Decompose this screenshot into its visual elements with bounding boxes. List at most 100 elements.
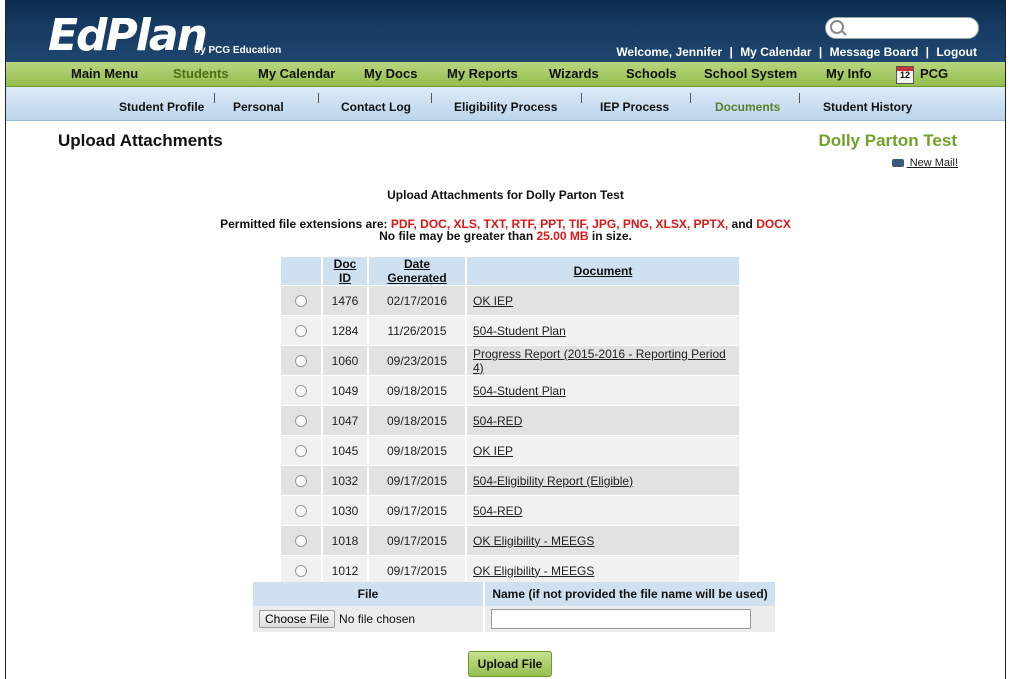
document-link[interactable]: Progress Report (2015-2016 - Reporting P… <box>466 345 741 376</box>
row-radio[interactable] <box>295 535 307 548</box>
choose-file-button[interactable]: Choose File <box>259 610 336 628</box>
documents-table: Doc ID Date Generated Document 1476 02/1… <box>281 257 741 585</box>
menu-main-menu[interactable]: Main Menu <box>71 66 138 81</box>
date-cell: 09/23/2015 <box>368 345 467 376</box>
student-name: Dolly Parton Test <box>818 131 957 150</box>
date-cell: 09/17/2015 <box>368 555 467 585</box>
limit-prefix: No file may be greater than <box>379 229 537 243</box>
tab-eligibility-process[interactable]: Eligibility Process <box>454 100 557 114</box>
tab-separator <box>214 93 215 103</box>
table-row: 1018 09/17/2015 OK Eligibility - MEEGS <box>281 525 741 556</box>
doc-id-cell: 1060 <box>322 345 369 376</box>
tab-student-history[interactable]: Student History <box>823 100 912 114</box>
tab-iep-process[interactable]: IEP Process <box>600 100 669 114</box>
doc-id-cell: 1049 <box>322 375 369 406</box>
tab-separator <box>431 93 432 103</box>
date-cell: 09/17/2015 <box>368 465 467 496</box>
document-link[interactable]: 504-Student Plan <box>466 315 741 346</box>
calendar-icon[interactable]: 12 <box>896 66 914 84</box>
file-cell: Choose File No file chosen <box>253 606 485 632</box>
row-radio[interactable] <box>295 475 307 488</box>
tab-documents[interactable]: Documents <box>715 100 780 114</box>
search-icon <box>830 20 844 34</box>
tab-student-profile[interactable]: Student Profile <box>119 100 204 114</box>
main-menu-bar: Main Menu Students My Calendar My Docs M… <box>6 62 1005 87</box>
menu-pcg[interactable]: PCG <box>920 66 948 81</box>
sub-menu-bar: Student Profile Personal Contact Log Eli… <box>6 87 1005 121</box>
select-column-header <box>281 257 323 286</box>
table-row: 1060 09/23/2015 Progress Report (2015-20… <box>281 345 741 376</box>
row-radio[interactable] <box>295 355 307 368</box>
date-cell: 09/18/2015 <box>368 375 467 406</box>
row-select-cell <box>281 405 323 436</box>
menu-school-system[interactable]: School System <box>704 66 797 81</box>
edplan-logo[interactable]: EdPlan <box>48 14 208 58</box>
document-link[interactable]: OK IEP <box>466 285 741 316</box>
date-cell: 11/26/2015 <box>368 315 467 346</box>
tab-contact-log[interactable]: Contact Log <box>341 100 411 114</box>
tab-separator <box>318 93 319 103</box>
name-column-header: Name (if not provided the file name will… <box>484 582 777 606</box>
row-select-cell <box>281 465 323 496</box>
document-link[interactable]: 504-RED <box>466 495 741 526</box>
doc-id-cell: 1032 <box>322 465 369 496</box>
menu-my-info[interactable]: My Info <box>826 66 872 81</box>
document-link[interactable]: 504-Eligibility Report (Eligible) <box>466 465 741 496</box>
document-link[interactable]: OK Eligibility - MEEGS <box>466 525 741 556</box>
row-radio[interactable] <box>295 505 307 518</box>
upload-file-button[interactable]: Upload File <box>468 651 552 677</box>
menu-my-docs[interactable]: My Docs <box>364 66 417 81</box>
doc-id-cell: 1047 <box>322 405 369 436</box>
row-radio[interactable] <box>295 385 307 398</box>
file-column-header: File <box>253 582 485 606</box>
tab-personal[interactable]: Personal <box>233 100 284 114</box>
menu-schools[interactable]: Schools <box>626 66 677 81</box>
date-cell: 02/17/2016 <box>368 285 467 316</box>
table-header-row: Doc ID Date Generated Document <box>281 257 741 286</box>
menu-students[interactable]: Students <box>173 66 229 81</box>
no-file-text: No file chosen <box>339 612 416 626</box>
column-header-date[interactable]: Date Generated <box>368 257 467 286</box>
limit-value: 25.00 MB <box>536 229 589 243</box>
tab-separator <box>690 93 691 103</box>
mail-icon <box>891 159 904 168</box>
link-separator: | <box>925 45 929 59</box>
table-row: 1045 09/18/2015 OK IEP <box>281 435 741 466</box>
link-separator: | <box>729 45 733 59</box>
row-select-cell <box>281 315 323 346</box>
column-header-doc-id[interactable]: Doc ID <box>322 257 369 286</box>
row-select-cell <box>281 285 323 316</box>
new-mail-link[interactable]: New Mail! <box>891 157 958 169</box>
row-radio[interactable] <box>295 565 307 578</box>
row-select-cell <box>281 435 323 466</box>
welcome-text: Welcome, Jennifer <box>616 45 723 59</box>
attachment-name-input[interactable] <box>491 609 751 629</box>
doc-id-cell: 1045 <box>322 435 369 466</box>
table-row: 1030 09/17/2015 504-RED <box>281 495 741 526</box>
menu-wizards[interactable]: Wizards <box>549 66 599 81</box>
logo-subtitle: by PCG Education <box>194 45 282 56</box>
page-title: Upload Attachments <box>58 131 223 150</box>
document-link[interactable]: 504-RED <box>466 405 741 436</box>
column-header-document[interactable]: Document <box>466 257 741 286</box>
document-link[interactable]: 504-Student Plan <box>466 375 741 406</box>
search-input[interactable] <box>825 17 979 39</box>
top-link-my-calendar[interactable]: My Calendar <box>740 45 811 59</box>
document-link[interactable]: OK IEP <box>466 435 741 466</box>
top-links: Welcome, Jennifer | My Calendar | Messag… <box>614 45 979 59</box>
top-link-logout[interactable]: Logout <box>936 45 977 59</box>
document-link[interactable]: OK Eligibility - MEEGS <box>466 555 741 585</box>
date-cell: 09/18/2015 <box>368 405 467 436</box>
row-radio[interactable] <box>295 445 307 458</box>
row-radio[interactable] <box>295 325 307 338</box>
row-radio[interactable] <box>295 415 307 428</box>
row-radio[interactable] <box>295 295 307 308</box>
doc-id-cell: 1476 <box>322 285 369 316</box>
top-link-message-board[interactable]: Message Board <box>830 45 919 59</box>
menu-my-calendar[interactable]: My Calendar <box>258 66 335 81</box>
doc-id-cell: 1018 <box>322 525 369 556</box>
menu-my-reports[interactable]: My Reports <box>447 66 518 81</box>
doc-id-cell: 1030 <box>322 495 369 526</box>
upload-header-row: File Name (if not provided the file name… <box>253 582 777 606</box>
date-cell: 09/18/2015 <box>368 435 467 466</box>
